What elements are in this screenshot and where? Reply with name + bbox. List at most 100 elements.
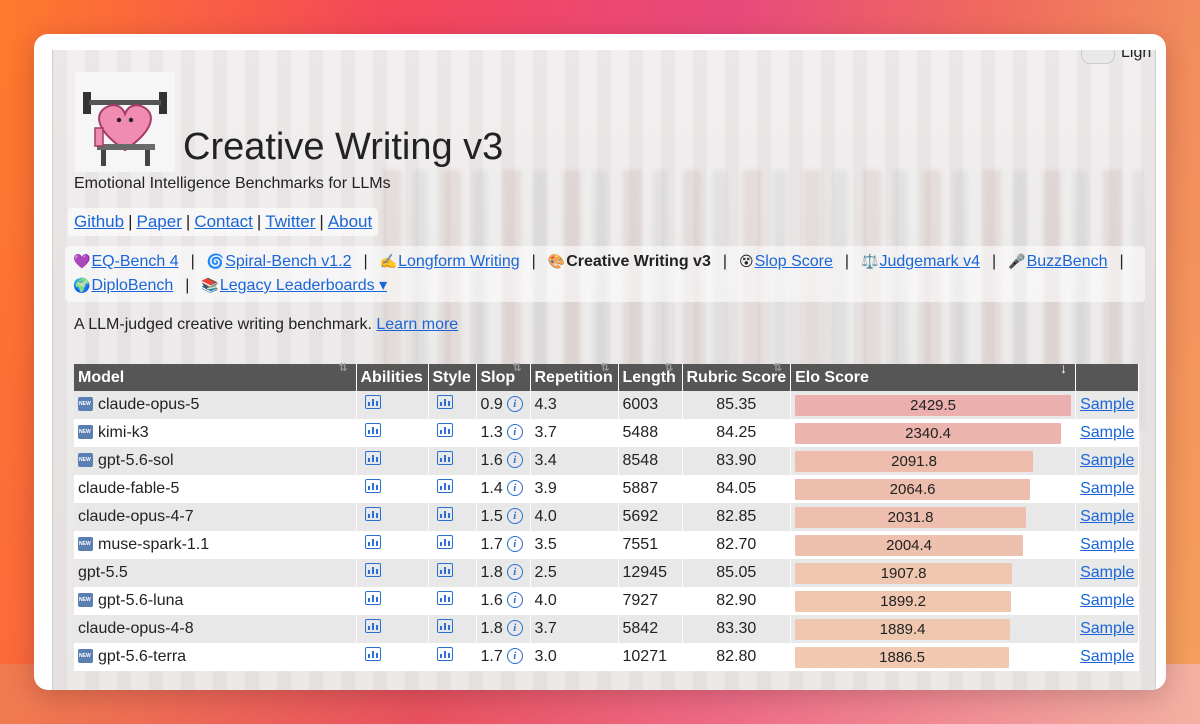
slop-cell: 1.7 i [476,643,531,671]
bar-chart-icon[interactable] [364,562,381,577]
bar-chart-icon[interactable] [436,478,453,493]
column-header-slop[interactable]: Slop ⇅ [476,362,531,391]
bar-chart-icon[interactable] [364,646,381,661]
table-row: gpt-5.6-sol1.6i3.4854883.902091.8Sample [74,447,1140,475]
nav-item-buzzbench[interactable]: 🎤BuzzBench [1008,250,1107,274]
info-icon[interactable]: i [506,563,523,580]
column-header-model[interactable]: Model ⇅ [74,362,357,391]
about-link[interactable]: About [328,212,372,231]
page-viewport: Ligh Creative Writing v3 Emotional Intel… [52,50,1156,690]
sample-cell: Sample [1075,531,1140,559]
sample-link[interactable]: Sample [1080,592,1134,609]
sample-link[interactable]: Sample [1080,480,1134,497]
sample-link[interactable]: Sample [1080,452,1134,469]
bar-chart-icon[interactable] [436,590,453,605]
elo-score-cell: 1889.4 [790,615,1077,643]
bar-chart-icon[interactable] [364,590,381,605]
model-name: gpt-5.5 [78,564,128,581]
bar-chart-icon[interactable] [364,422,381,437]
info-icon[interactable]: i [506,395,523,412]
theme-toggle[interactable] [1081,50,1115,64]
nav-link-diplobench[interactable]: DiploBench [91,277,173,294]
bar-chart-icon[interactable] [436,506,453,521]
info-icon[interactable]: i [506,535,523,552]
sample-link[interactable]: Sample [1080,564,1134,581]
length-cell: 10271 [618,643,683,671]
info-icon[interactable]: i [506,507,523,524]
spiral-icon: 🌀 [206,254,225,270]
sample-link[interactable]: Sample [1080,424,1134,441]
elo-bar: 1907.8 [795,562,1013,584]
column-header-rubric-score[interactable]: Rubric Score ⇅ [682,362,792,391]
bar-chart-icon[interactable] [436,450,453,465]
bar-chart-icon[interactable] [364,394,381,409]
github-link[interactable]: Github [74,212,124,231]
link-separator: | [185,212,191,231]
nav-item-longform[interactable]: ✍️Longform Writing [380,250,520,274]
bar-chart-icon[interactable] [364,450,381,465]
nav-item-judgemark[interactable]: ⚖️Judgemark v4 [861,250,980,274]
model-cell: claude-opus-4-8 [74,615,357,643]
sample-link[interactable]: Sample [1080,396,1134,413]
bar-chart-icon[interactable] [364,618,381,633]
bar-chart-icon[interactable] [364,534,381,549]
style-cell [428,615,477,643]
elo-score-cell: 2064.6 [790,475,1077,503]
nav-item-diplobench[interactable]: 🌍DiploBench [73,274,173,298]
page-subtitle: Emotional Intelligence Benchmarks for LL… [74,175,391,192]
nav-link-buzzbench[interactable]: BuzzBench [1027,253,1108,270]
slop-cell: 1.6 i [476,587,531,615]
nav-link-spiral-bench[interactable]: Spiral-Bench v1.2 [225,253,351,270]
abilities-cell [356,419,429,447]
nav-link-slop-score[interactable]: Slop Score [755,253,833,270]
nav-item-eq-bench[interactable]: 💜EQ-Bench 4 [73,250,179,274]
twitter-link[interactable]: Twitter [265,212,315,231]
nav-item-spiral-bench[interactable]: 🌀Spiral-Bench v1.2 [207,250,352,274]
nav-link-longform[interactable]: Longform Writing [398,253,520,270]
repetition-cell: 2.5 [530,559,619,587]
bar-chart-icon[interactable] [436,394,453,409]
abilities-cell [356,643,429,671]
abilities-cell [356,615,429,643]
bar-chart-icon[interactable] [364,506,381,521]
bar-chart-icon[interactable] [436,422,453,437]
column-header-elo-score[interactable]: Elo Score ↓ [790,360,1077,391]
info-icon[interactable]: i [506,451,523,468]
sample-link[interactable]: Sample [1080,648,1134,665]
column-header-repetition[interactable]: Repetition ⇅ [530,362,619,391]
repetition-cell: 3.4 [530,447,619,475]
info-icon[interactable]: i [506,619,523,636]
nav-link-eq-bench[interactable]: EQ-Bench 4 [91,253,178,270]
info-icon[interactable]: i [506,479,523,496]
model-cell: gpt-5.6-sol [74,447,357,475]
column-header-length[interactable]: Length ⇅ [618,362,683,391]
bar-chart-icon[interactable] [436,646,453,661]
elo-score-cell: 1886.5 [790,643,1077,671]
bar-chart-icon[interactable] [364,478,381,493]
nav-item-slop-score[interactable]: 😵Slop Score [739,250,833,274]
length-cell: 12945 [618,559,683,587]
legacy-leaderboards-dropdown[interactable]: Legacy Leaderboards ▾ [220,277,387,294]
info-icon[interactable]: i [506,647,523,664]
sample-link[interactable]: Sample [1080,620,1134,637]
info-icon[interactable]: i [506,423,523,440]
nav-item-legacy[interactable]: 📚Legacy Leaderboards ▾ [201,274,387,298]
slop-value: 1.4 [480,480,503,497]
info-icon[interactable]: i [506,591,523,608]
new-badge-icon [78,536,93,551]
contact-link[interactable]: Contact [194,212,253,231]
nav-link-judgemark[interactable]: Judgemark v4 [879,253,980,270]
bar-chart-icon[interactable] [436,562,453,577]
sample-link[interactable]: Sample [1080,536,1134,553]
bar-chart-icon[interactable] [436,618,453,633]
nav-separator: | [844,253,850,270]
column-header-abilities[interactable]: Abilities [356,364,429,391]
column-header-style[interactable]: Style [428,364,477,391]
table-row: gpt-5.5 1.8 i 2.5 12945 85.05 1907.8 Sample [74,559,1140,587]
new-badge-icon [78,424,93,439]
bar-chart-icon[interactable] [436,534,453,549]
learn-more-link[interactable]: Learn more [376,316,458,333]
sample-link[interactable]: Sample [1080,508,1134,525]
paper-link[interactable]: Paper [137,212,182,231]
elo-score-cell: 2031.8 [790,503,1077,531]
